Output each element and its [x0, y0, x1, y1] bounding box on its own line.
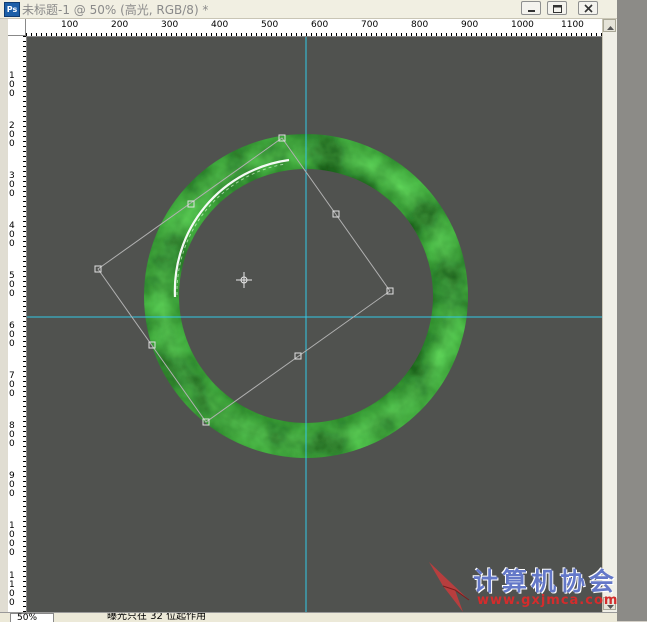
canvas-artwork — [27, 37, 602, 612]
ruler-v-label: 9 0 0 — [9, 471, 15, 499]
ruler-h-label: 100 — [61, 20, 79, 30]
window-title: 未标题-1 @ 50% (高光, RGB/8) * — [22, 3, 209, 17]
maximize-icon — [553, 5, 562, 13]
watermark-star-icon — [429, 562, 470, 612]
scroll-up-icon — [607, 26, 614, 30]
ruler-h-label: 700 — [361, 20, 379, 30]
horizontal-ruler[interactable]: 100 200 300 400 500 600 700 800 900 1000… — [26, 19, 602, 37]
close-icon — [584, 4, 593, 13]
watermark-logo: 计算机协会 www.gxjmca.com — [425, 560, 635, 618]
ruler-h-label: 200 — [111, 20, 129, 30]
ruler-v-label: 8 0 0 — [9, 421, 15, 449]
ruler-v-label: 7 0 0 — [9, 371, 15, 399]
photoshop-icon: Ps — [4, 2, 20, 17]
workspace-background — [617, 0, 647, 621]
minimize-button[interactable] — [521, 1, 541, 15]
ruler-v-label: 1 0 0 0 — [9, 521, 15, 558]
jade-bracelet-ring — [127, 117, 487, 477]
ruler-h-label: 600 — [311, 20, 329, 30]
ruler-v-label: 3 0 0 — [9, 171, 15, 199]
ruler-h-label: 1100 — [561, 20, 584, 30]
document-canvas[interactable] — [27, 37, 602, 612]
maximize-button[interactable] — [547, 1, 567, 15]
minimize-icon — [528, 10, 535, 12]
watermark-url: www.gxjmca.com — [477, 593, 619, 608]
close-button[interactable] — [578, 1, 598, 15]
title-bar[interactable]: Ps 未标题-1 @ 50% (高光, RGB/8) * — [0, 0, 647, 19]
ruler-h-label: 500 — [261, 20, 279, 30]
scroll-up-button[interactable] — [603, 19, 616, 32]
document-window: Ps 未标题-1 @ 50% (高光, RGB/8) * 100 200 300… — [0, 0, 647, 622]
ruler-h-label: 1000 — [511, 20, 534, 30]
vertical-ruler[interactable]: 1 0 0 2 0 0 3 0 0 4 0 0 5 0 0 6 0 0 7 0 … — [8, 36, 27, 612]
status-message: 曝光只在 32 位起作用 — [107, 612, 207, 622]
ruler-h-label: 900 — [461, 20, 479, 30]
ruler-v-label: 1 0 0 — [9, 71, 15, 99]
ruler-origin[interactable] — [8, 19, 26, 36]
ruler-h-label: 300 — [161, 20, 179, 30]
ruler-v-label: 5 0 0 — [9, 271, 15, 299]
vertical-scrollbar[interactable] — [602, 19, 617, 612]
ruler-h-label: 400 — [211, 20, 229, 30]
ruler-v-label: 6 0 0 — [9, 321, 15, 349]
ruler-v-label: 1 1 0 0 — [9, 571, 15, 608]
ruler-v-label: 2 0 0 — [9, 121, 15, 149]
ruler-h-label: 800 — [411, 20, 429, 30]
ruler-v-label: 4 0 0 — [9, 221, 15, 249]
